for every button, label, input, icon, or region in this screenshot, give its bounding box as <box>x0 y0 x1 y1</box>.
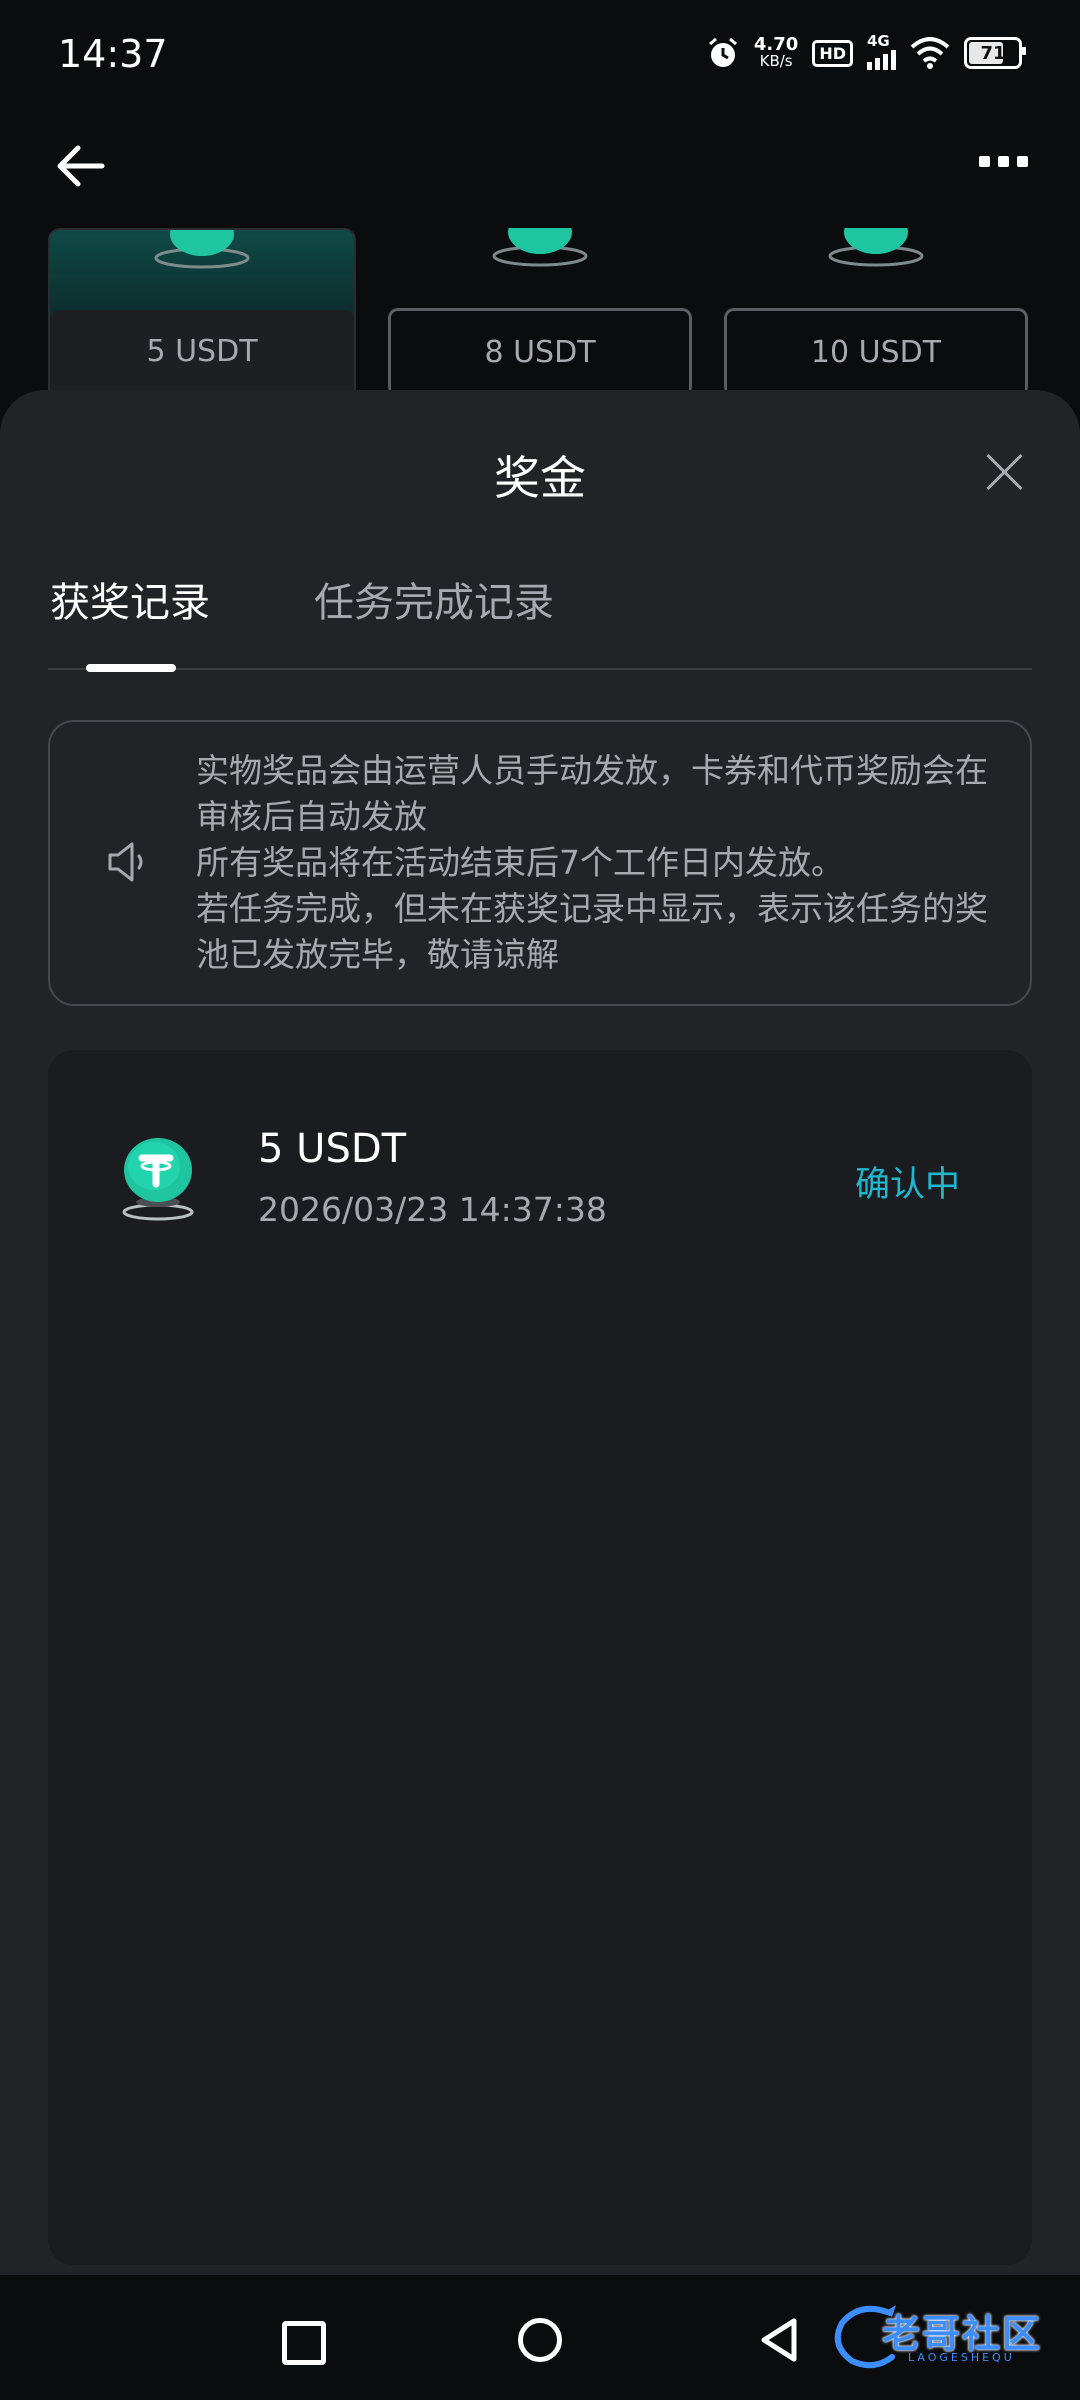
battery-icon: 71 <box>964 37 1026 69</box>
speaker-icon <box>108 842 143 882</box>
close-icon[interactable] <box>984 452 1024 492</box>
system-nav-bar: 老哥社区 LAOGESHEQU <box>0 2275 1080 2400</box>
watermark-text: 老哥社区 <box>882 2312 1043 2356</box>
notice-box: 实物奖品会由运营人员手动发放，卡券和代币奖励会在审核后自动发放 所有奖品将在活动… <box>48 720 1032 1006</box>
record-amount: 5 USDT <box>258 1126 407 1172</box>
status-bar: 14:37 4.70 KB/s HD 4G 71 <box>0 0 1080 110</box>
screen: 14:37 4.70 KB/s HD 4G 71 5 USDT 8 USDT 1… <box>0 0 1080 2400</box>
more-options-button[interactable] <box>979 156 1028 167</box>
back-arrow-icon[interactable] <box>52 138 108 194</box>
home-icon[interactable] <box>518 2318 562 2362</box>
record-tabs: 获奖记录 任务完成记录 <box>48 570 1032 672</box>
hd-icon: HD <box>812 39 853 67</box>
sheet-title: 奖金 <box>494 451 586 505</box>
more-dot-icon <box>998 156 1009 167</box>
watermark-logo: 老哥社区 LAOGESHEQU <box>830 2301 1066 2371</box>
list-item[interactable]: 5 USDT 2026/03/23 14:37:38 确认中 <box>48 1110 1032 1240</box>
prize-card[interactable]: 5 USDT <box>48 228 356 402</box>
usdt-coin-icon <box>154 230 250 269</box>
tab-task-records[interactable]: 任务完成记录 <box>314 570 554 628</box>
watermark-subtext: LAOGESHEQU <box>908 2351 1015 2364</box>
records-list: 5 USDT 2026/03/23 14:37:38 确认中 <box>48 1050 1032 2265</box>
notice-line: 实物奖品会由运营人员手动发放，卡券和代币奖励会在审核后自动发放 <box>196 751 988 836</box>
record-timestamp: 2026/03/23 14:37:38 <box>258 1190 607 1229</box>
prize-card-label: 8 USDT <box>388 308 692 398</box>
cellular-signal-icon: 4G <box>867 32 896 70</box>
network-speed: 4.70 KB/s <box>753 34 799 70</box>
network-speed-value: 4.70 <box>753 34 799 55</box>
app-bar <box>0 110 1080 228</box>
notice-line: 若任务完成，但未在获奖记录中显示，表示该任务的奖池已发放完毕，敬请谅解 <box>196 889 988 974</box>
notice-text: 实物奖品会由运营人员手动发放，卡券和代币奖励会在审核后自动发放 所有奖品将在活动… <box>196 748 990 978</box>
status-badge: 确认中 <box>854 1165 960 1205</box>
tab-award-records[interactable]: 获奖记录 <box>50 570 210 628</box>
tab-indicator <box>86 664 176 672</box>
bonus-sheet: 奖金 获奖记录 任务完成记录 实物奖品会由运营人员手动发放，卡券和代币奖励会在审… <box>0 390 1080 2275</box>
notice-line: 所有奖品将在活动结束后7个工作日内发放。 <box>196 843 844 882</box>
prize-card-label: 10 USDT <box>724 308 1028 398</box>
wifi-icon <box>910 37 950 69</box>
cellular-type-label: 4G <box>867 32 890 50</box>
nav-back-icon[interactable] <box>756 2315 806 2365</box>
alarm-icon <box>708 37 737 67</box>
network-speed-unit: KB/s <box>759 52 793 70</box>
usdt-coin-icon <box>828 228 924 267</box>
status-icons: 4.70 KB/s HD 4G 71 <box>706 32 1026 70</box>
prize-card-label: 5 USDT <box>50 310 354 400</box>
prize-card[interactable]: 8 USDT <box>388 228 692 398</box>
usdt-coin-icon <box>492 228 588 267</box>
status-time: 14:37 <box>58 32 168 76</box>
prize-card[interactable]: 10 USDT <box>724 228 1028 398</box>
more-dot-icon <box>979 156 990 167</box>
prize-card-row: 5 USDT 8 USDT 10 USDT <box>0 228 1080 402</box>
more-dot-icon <box>1017 156 1028 167</box>
usdt-coin-icon <box>122 1138 194 1221</box>
recent-apps-icon[interactable] <box>282 2321 326 2365</box>
battery-level: 71 <box>980 42 1006 64</box>
